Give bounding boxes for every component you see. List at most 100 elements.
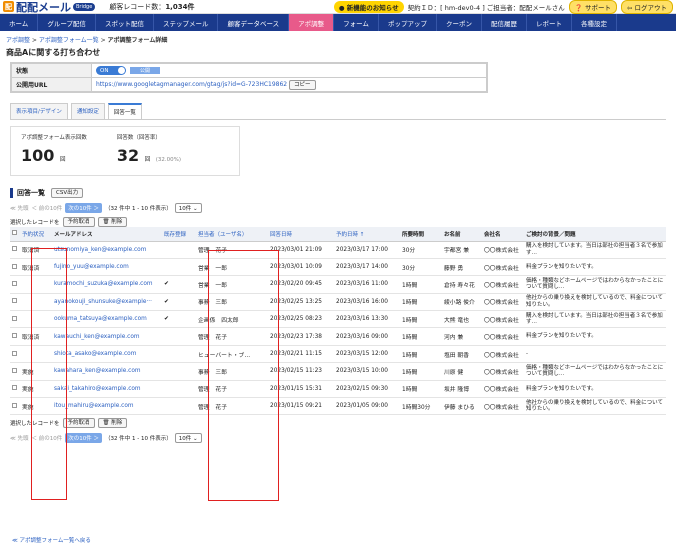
notice-button[interactable]: ● 新機能のお知らせ bbox=[333, 0, 404, 13]
cell-existing bbox=[162, 362, 196, 381]
nav-step-mail[interactable]: ステップメール bbox=[154, 14, 219, 31]
cell-email[interactable]: utsunomiya_ken@example.com bbox=[52, 241, 162, 259]
cell-status: 実施 bbox=[20, 397, 52, 416]
tab-notification[interactable]: 通知設定 bbox=[70, 103, 105, 119]
cell-duration: 1時間 bbox=[400, 293, 442, 312]
cell-email[interactable]: kawauchi_ken@example.com bbox=[52, 327, 162, 346]
pager-prev[interactable]: ＜ 前の10件 bbox=[32, 204, 63, 212]
nav-home[interactable]: ホーム bbox=[0, 14, 39, 31]
cell-email[interactable]: sakai_takahiro@example.com bbox=[52, 380, 162, 399]
cell-existing bbox=[162, 397, 196, 416]
cell-duration: 30分 bbox=[400, 241, 442, 259]
stats-card: アポ調整フォーム表示回数 100 回 回答数（回答率） 32 回 (32.00%… bbox=[10, 119, 666, 182]
cell-answer-date: 2023/02/23 17:38 bbox=[268, 327, 334, 346]
col-existing[interactable]: 既存登録 bbox=[162, 227, 196, 242]
col-status[interactable]: 予約状況 bbox=[20, 227, 52, 242]
row-checkbox[interactable] bbox=[12, 350, 17, 356]
csv-export-button[interactable]: CSV出力 bbox=[51, 188, 84, 198]
nav-popup[interactable]: ポップアップ bbox=[379, 14, 437, 31]
back-to-list-link[interactable]: ≪ アポ調整フォーム一覧へ戻る bbox=[12, 536, 91, 544]
nav-customer-db[interactable]: 顧客データベース bbox=[218, 14, 290, 31]
row-checkbox[interactable] bbox=[12, 298, 17, 304]
cell-reserve-date: 2023/03/17 14:00 bbox=[334, 258, 400, 277]
cell-company: 〇〇株式会社 bbox=[482, 397, 524, 416]
cell-existing bbox=[162, 380, 196, 399]
row-checkbox[interactable] bbox=[12, 263, 17, 269]
cancel-reservation-button-bottom[interactable]: 予約取消 bbox=[62, 417, 95, 428]
nav-history[interactable]: 配信履歴 bbox=[482, 14, 527, 31]
breadcrumb-link-form-list[interactable]: アポ調整フォーム一覧 bbox=[39, 37, 99, 44]
pager-next[interactable]: 次の10件 ＞ bbox=[65, 202, 103, 213]
delete-button-bottom[interactable]: 🗑 削除 bbox=[97, 417, 128, 428]
pager-next-bottom[interactable]: 次の10件 ＞ bbox=[65, 432, 103, 443]
cell-company: 〇〇株式会社 bbox=[482, 293, 524, 312]
app-logo[interactable]: 配 配配メール Bridge bbox=[3, 0, 96, 15]
nav-appointment[interactable]: アポ調整 bbox=[289, 14, 335, 31]
pager-bottom: ≪ 先頭 ＜ 前の10件 次の10件 ＞ （32 件中 1 - 10 件表示） … bbox=[10, 432, 666, 443]
cell-company: 〇〇株式会社 bbox=[482, 380, 524, 399]
cell-email[interactable]: shiota_asako@example.com bbox=[52, 345, 162, 364]
cancel-reservation-button[interactable]: 予約取消 bbox=[62, 216, 95, 227]
breadcrumb-link-appointment[interactable]: アポ調整 bbox=[6, 37, 30, 44]
nav-group-send[interactable]: グループ配信 bbox=[38, 14, 96, 31]
cell-duration: 1時間 bbox=[400, 275, 442, 294]
col-reserve-date[interactable]: 予約日時 ↑ bbox=[334, 227, 400, 242]
cell-status bbox=[20, 293, 52, 312]
row-checkbox[interactable] bbox=[12, 246, 17, 252]
table-row: 実施 itou_mahiru@example.com 管理 花子 2023/01/15… bbox=[10, 397, 666, 416]
tab-answers[interactable]: 回答一覧 bbox=[107, 103, 142, 119]
cell-reserve-date: 2023/03/16 09:00 bbox=[334, 327, 400, 346]
answers-stat: 回答数（回答率） 32 回 (32.00%) bbox=[116, 135, 182, 165]
support-button[interactable]: ❓ サポート bbox=[568, 0, 617, 14]
cell-assignee: 営業 一郎 bbox=[196, 258, 268, 277]
row-checkbox[interactable] bbox=[12, 402, 17, 408]
cell-email[interactable]: ayanokouji_shunsuke@example··· bbox=[52, 293, 162, 312]
select-all-checkbox[interactable] bbox=[12, 230, 17, 236]
nav-coupon[interactable]: クーポン bbox=[437, 14, 482, 31]
table-row: 取消済 fujino_yuu@example.com 営業 一郎 2023/03/01… bbox=[10, 258, 666, 277]
cell-email[interactable]: kawahara_ken@example.com bbox=[52, 362, 162, 381]
copy-button[interactable]: コピー bbox=[289, 79, 316, 90]
cell-assignee: 管理 花子 bbox=[196, 397, 268, 416]
nav-report[interactable]: レポート bbox=[527, 14, 572, 31]
cell-existing: ✔ bbox=[162, 310, 196, 329]
public-url[interactable]: https://www.googletagmanager.com/gtag/js… bbox=[96, 81, 287, 88]
cell-email[interactable]: itou_mahiru@example.com bbox=[52, 397, 162, 416]
cell-company: 〇〇株式会社 bbox=[482, 345, 524, 364]
cell-email[interactable]: ookuma_tatsuya@example.com bbox=[52, 310, 162, 329]
cell-email[interactable]: fujino_yuu@example.com bbox=[52, 258, 162, 277]
row-checkbox[interactable] bbox=[12, 333, 17, 339]
cell-email[interactable]: kuramochi_suzuka@example.com bbox=[52, 275, 162, 294]
nav-spot-send[interactable]: スポット配信 bbox=[96, 14, 154, 31]
cell-background: 料金プランを知りたいです。 bbox=[524, 327, 666, 346]
row-checkbox[interactable] bbox=[12, 385, 17, 391]
breadcrumb-current: アポ調整フォーム詳細 bbox=[107, 37, 168, 44]
nav-form[interactable]: フォーム bbox=[334, 14, 379, 31]
cell-status: 取消済 bbox=[20, 258, 52, 277]
cell-status bbox=[20, 345, 52, 364]
row-checkbox[interactable] bbox=[12, 367, 17, 373]
cell-name: 河内 兼 bbox=[442, 327, 482, 346]
col-assignee[interactable]: 担当者（ユーザ名） bbox=[196, 227, 268, 242]
cell-answer-date: 2023/02/25 13:25 bbox=[268, 293, 334, 312]
page-size-select-bottom[interactable]: 10件 ⌄ bbox=[174, 432, 202, 443]
pager-first-bottom[interactable]: ≪ 先頭 bbox=[10, 434, 29, 442]
page-size-select[interactable]: 10件 ⌄ bbox=[174, 202, 202, 213]
cell-status: 実施 bbox=[20, 362, 52, 381]
cell-reserve-date: 2023/01/05 09:00 bbox=[334, 397, 400, 416]
cell-answer-date: 2023/02/25 08:23 bbox=[268, 310, 334, 329]
tab-display-design[interactable]: 表示項目/デザイン bbox=[10, 103, 68, 119]
col-answer-date[interactable]: 回答日時 bbox=[268, 227, 334, 242]
nav-settings[interactable]: 各種設定 bbox=[572, 14, 617, 31]
pager-first[interactable]: ≪ 先頭 bbox=[10, 204, 29, 212]
delete-button[interactable]: 🗑 削除 bbox=[97, 216, 128, 227]
status-toggle[interactable]: ON bbox=[96, 66, 126, 75]
cell-background: 料金プランを知りたいです。 bbox=[524, 380, 666, 399]
logout-button[interactable]: ⇦ ログアウト bbox=[620, 0, 673, 14]
pager-prev-bottom[interactable]: ＜ 前の10件 bbox=[32, 434, 63, 442]
table-row: 実施 kawahara_ken@example.com 事務 三郎 2023/02/1… bbox=[10, 362, 666, 381]
form-info-table: 状態 ON 公開 公開用URL https://www.googletagmana… bbox=[10, 62, 488, 93]
cell-answer-date: 2023/03/01 21:09 bbox=[268, 241, 334, 259]
row-checkbox[interactable] bbox=[12, 280, 17, 286]
row-checkbox[interactable] bbox=[12, 315, 17, 321]
